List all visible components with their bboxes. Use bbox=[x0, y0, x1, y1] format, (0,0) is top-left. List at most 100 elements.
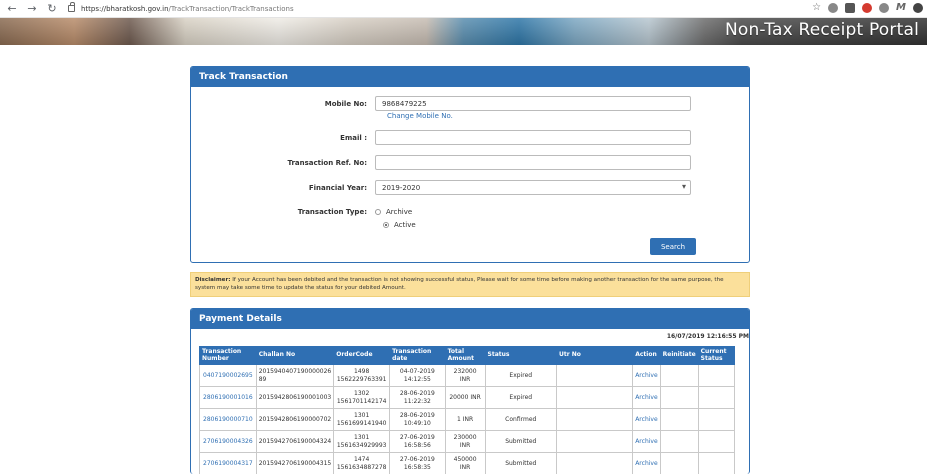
archive-link[interactable]: Archive bbox=[635, 416, 657, 423]
status-value: Expired bbox=[509, 371, 533, 379]
order-code-value: 1302 bbox=[354, 390, 370, 398]
cell-utr-no bbox=[555, 408, 634, 432]
url-path: /TrackTransaction/TrackTransactions bbox=[168, 4, 294, 13]
cell-utr-no bbox=[555, 364, 634, 388]
change-mobile-link[interactable]: Change Mobile No. bbox=[387, 112, 453, 120]
portal-title: Non-Tax Receipt Portal bbox=[724, 20, 919, 40]
page-root: ← → ↻ https://bharatkosh.gov.in/TrackTra… bbox=[0, 0, 927, 474]
amount-value: 1 INR bbox=[457, 415, 474, 423]
browser-nav: ← → ↻ bbox=[0, 2, 58, 15]
cell-current-status bbox=[697, 452, 736, 474]
address-url[interactable]: https://bharatkosh.gov.in/TrackTransacti… bbox=[81, 5, 294, 13]
email-row: Email : bbox=[191, 130, 691, 145]
cell-transaction-number: 2706190004317 bbox=[199, 452, 257, 474]
archive-link[interactable]: Archive bbox=[635, 372, 657, 379]
time-value: 16:58:35 bbox=[403, 463, 431, 471]
archive-link[interactable]: Archive bbox=[635, 438, 657, 445]
address-bar[interactable]: https://bharatkosh.gov.in/TrackTransacti… bbox=[68, 2, 294, 13]
extension-icon[interactable] bbox=[862, 2, 873, 13]
time-value: 11:22:32 bbox=[403, 397, 431, 405]
col-current-status: Current Status bbox=[697, 345, 736, 366]
status-value: Expired bbox=[509, 393, 533, 401]
transaction-ref-field[interactable] bbox=[375, 155, 691, 170]
cell-utr-no bbox=[555, 452, 634, 474]
status-value: Confirmed bbox=[505, 415, 537, 423]
cell-challan-no: 2015940407190000026​89 bbox=[255, 364, 335, 388]
avatar[interactable] bbox=[913, 2, 923, 13]
cell-current-status bbox=[697, 386, 736, 410]
mobile-field[interactable]: 9868479225 bbox=[375, 96, 691, 111]
search-button[interactable]: Search bbox=[650, 238, 696, 255]
amount-value: 230000 INR bbox=[453, 434, 477, 449]
cell-reinitiate bbox=[659, 452, 699, 474]
cell-order-code: 1302 1561701142174 bbox=[333, 386, 391, 410]
time-value: 16:58:56 bbox=[403, 441, 431, 449]
site-banner: Non-Tax Receipt Portal bbox=[0, 18, 927, 45]
disclaimer-box: Disclaimer: If your Account has been deb… bbox=[190, 272, 750, 297]
amount-value: 232000 INR bbox=[453, 368, 477, 383]
cell-current-status bbox=[697, 430, 736, 454]
cell-transaction-number: 2806190001016 bbox=[199, 386, 257, 410]
mobile-label: Mobile No: bbox=[324, 99, 367, 108]
cell-utr-no bbox=[555, 430, 634, 454]
transaction-number-link[interactable]: 2706190004317 bbox=[203, 460, 253, 467]
date-value: 27-06-2019 bbox=[399, 434, 435, 442]
back-icon[interactable]: ← bbox=[6, 2, 18, 15]
radio-archive-icon[interactable] bbox=[375, 209, 381, 215]
cell-reinitiate bbox=[659, 430, 699, 454]
bookmark-star-icon[interactable]: ☆ bbox=[812, 2, 821, 13]
transaction-number-link[interactable]: 0407190002695 bbox=[203, 372, 253, 379]
cell-total-amount: 1 INR bbox=[444, 408, 486, 432]
challan-value: 2015940407190000026​89 bbox=[258, 368, 332, 383]
col-action: Action bbox=[632, 345, 661, 366]
reload-icon[interactable]: ↻ bbox=[46, 2, 58, 15]
ref-label: Transaction Ref. No: bbox=[287, 158, 367, 167]
cell-total-amount: 450000 INR bbox=[444, 452, 486, 474]
extension-icon[interactable] bbox=[845, 2, 856, 13]
date-value: 27-06-2019 bbox=[399, 456, 435, 464]
order-code-value: 1301 bbox=[354, 434, 370, 442]
extension-icon[interactable] bbox=[828, 2, 839, 13]
type-options: Archive bbox=[375, 208, 412, 216]
cell-order-code: 1498 1562229763391 bbox=[333, 364, 391, 388]
email-field[interactable] bbox=[375, 130, 691, 145]
date-value: 28-06-2019 bbox=[399, 390, 435, 398]
table-header-row: Transaction Number Challan No OrderCode … bbox=[199, 345, 736, 366]
track-transaction-header: Track Transaction bbox=[191, 67, 749, 87]
transaction-number-link[interactable]: 2806190001016 bbox=[203, 394, 253, 401]
forward-icon[interactable]: → bbox=[26, 2, 38, 15]
cell-reinitiate bbox=[659, 408, 699, 432]
radio-archive[interactable]: Archive bbox=[375, 208, 412, 216]
payment-details-header: Payment Details bbox=[191, 309, 749, 329]
status-value: Submitted bbox=[505, 459, 537, 467]
disclaimer-prefix: Disclaimer: bbox=[195, 277, 231, 283]
archive-link[interactable]: Archive bbox=[635, 460, 657, 467]
table-row: 2706190004317 2015942706190004315 1474 1561… bbox=[199, 452, 736, 474]
cell-transaction-date: 28-06-2019 11:22:32 bbox=[389, 386, 446, 410]
extension-icon[interactable] bbox=[879, 2, 890, 13]
financial-year-select[interactable]: 2019-2020 bbox=[375, 180, 691, 195]
cell-utr-no bbox=[555, 386, 634, 410]
fy-label: Financial Year: bbox=[308, 183, 367, 192]
cell-transaction-number: 2806190000710 bbox=[199, 408, 257, 432]
cell-order-code: 1474 1561634887278 bbox=[333, 452, 391, 474]
transaction-number-link[interactable]: 2706190004326 bbox=[203, 438, 253, 445]
radio-active-icon[interactable] bbox=[383, 222, 389, 228]
cell-current-status bbox=[697, 408, 736, 432]
fy-row: Financial Year: 2019-2020 bbox=[191, 180, 691, 195]
date-value: 04-07-2019 bbox=[399, 368, 435, 376]
transaction-number-link[interactable]: 2806190000710 bbox=[203, 416, 253, 423]
cell-action: Archive bbox=[632, 386, 661, 410]
amount-value: 20000 INR bbox=[449, 393, 481, 401]
cell-status: Confirmed bbox=[484, 408, 557, 432]
order-code-id: 1561634887278 bbox=[336, 463, 387, 471]
cell-total-amount: 232000 INR bbox=[444, 364, 486, 388]
col-utr-no: Utr No bbox=[555, 345, 634, 366]
cell-challan-no: 2015942806190001003 bbox=[255, 386, 335, 410]
archive-link[interactable]: Archive bbox=[635, 394, 657, 401]
mobile-row: Mobile No: 9868479225 bbox=[191, 96, 691, 111]
radio-active[interactable]: Active bbox=[383, 221, 416, 229]
col-transaction-number: Transaction Number bbox=[199, 345, 257, 366]
cell-challan-no: 2015942806190000702 bbox=[255, 408, 335, 432]
extension-m-icon[interactable]: M bbox=[896, 2, 906, 13]
